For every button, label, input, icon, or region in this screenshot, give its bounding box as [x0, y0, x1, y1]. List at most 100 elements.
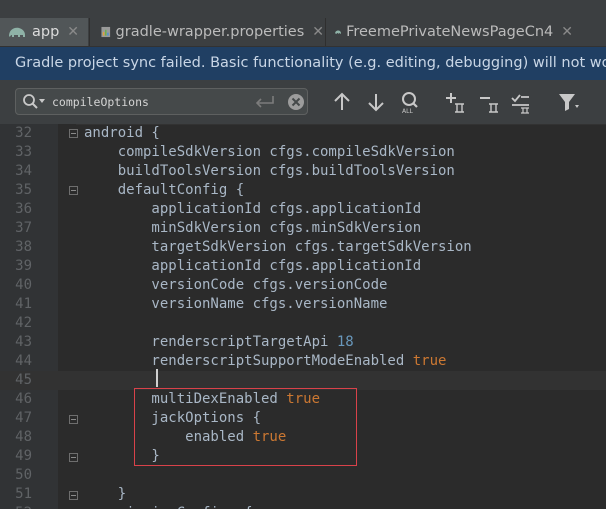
line-number: 40 [15, 277, 32, 293]
highlight-annotation-box [134, 388, 357, 466]
fold-expand-end-icon[interactable] [69, 453, 78, 462]
line-number: 38 [15, 239, 32, 255]
close-icon[interactable]: ✕ [67, 24, 79, 40]
code-line[interactable]: 32 android { [0, 124, 606, 143]
search-box[interactable] [15, 88, 308, 115]
code-token: renderscriptSupportModeEnabled [84, 353, 413, 369]
code-line[interactable]: 44 renderscriptSupportModeEnabled true [0, 352, 606, 371]
fold-collapse-icon[interactable] [69, 129, 78, 138]
code-text: renderscriptTargetApi 18 [84, 333, 354, 352]
line-number: 51 [15, 486, 32, 502]
code-text: applicationId cfgs.applicationId [84, 257, 421, 276]
line-number: 44 [15, 353, 32, 369]
search-input[interactable] [52, 92, 252, 111]
tab-label: gradle-wrapper.properties [115, 24, 305, 40]
add-occurrence-icon[interactable] [443, 90, 467, 114]
code-line[interactable]: 36 applicationId cfgs.applicationId [0, 200, 606, 219]
line-number: 39 [15, 258, 32, 274]
up-arrow-icon[interactable] [330, 90, 354, 114]
editor-tab-bar: app ✕ gradle-wrapper.properties ✕ Freeme… [0, 0, 606, 47]
code-editor[interactable]: 32 android { 33 compileSdkVersion cfgs.com… [0, 124, 606, 509]
filter-icon[interactable] [556, 90, 580, 114]
code-token: targetSdkVersion cfgs.targetSdkVersion [84, 239, 472, 255]
svg-text:ALL: ALL [402, 108, 413, 114]
line-number: 45 [15, 372, 32, 388]
code-token: compileSdkVersion cfgs.compileSdkVersion [84, 144, 455, 160]
sync-failed-banner: Gradle project sync failed. Basic functi… [0, 47, 606, 80]
line-number: 33 [15, 144, 32, 160]
line-number: 35 [15, 182, 32, 198]
tab-label: app [32, 24, 60, 40]
close-icon[interactable]: ✕ [312, 24, 324, 40]
line-number: 34 [15, 163, 32, 179]
code-line[interactable]: 37 minSdkVersion cfgs.minSdkVersion [0, 219, 606, 238]
line-number: 52 [0, 504, 32, 509]
code-line[interactable]: 50 [0, 466, 606, 485]
select-all-occurrences-icon[interactable] [509, 90, 533, 114]
code-token: defaultConfig { [84, 182, 245, 198]
line-number: 48 [15, 429, 32, 445]
line-number: 50 [15, 467, 32, 483]
code-line[interactable]: 33 compileSdkVersion cfgs.compileSdkVers… [0, 143, 606, 162]
properties-file-icon [101, 26, 111, 38]
close-icon[interactable]: ✕ [561, 24, 573, 40]
line-number: 43 [15, 334, 32, 350]
remove-occurrence-icon[interactable] [477, 90, 501, 114]
code-text: minSdkVersion cfgs.minSdkVersion [84, 219, 421, 238]
gradle-elephant-icon [335, 30, 341, 34]
tab-gradle-wrapper-properties[interactable]: gradle-wrapper.properties ✕ [92, 18, 324, 46]
code-line[interactable]: 34 buildToolsVersion cfgs.buildToolsVers… [0, 162, 606, 181]
code-text: signingConfigs { [84, 504, 253, 509]
code-token: signingConfigs { [84, 505, 253, 509]
code-token: minSdkVersion cfgs.minSdkVersion [84, 220, 422, 236]
clear-search-icon[interactable] [287, 93, 305, 111]
code-text: buildToolsVersion cfgs.buildToolsVersion [84, 162, 455, 181]
line-number: 41 [15, 296, 32, 312]
search-history-icon[interactable] [22, 93, 48, 111]
code-text: versionCode cfgs.versionCode [84, 276, 387, 295]
new-line-icon[interactable] [254, 94, 276, 110]
code-text: defaultConfig { [84, 181, 244, 200]
find-all-icon[interactable]: ALL [398, 90, 422, 114]
code-token: versionCode cfgs.versionCode [84, 277, 388, 293]
code-line[interactable]: 43 renderscriptTargetApi 18 [0, 333, 606, 352]
code-line[interactable]: 38 targetSdkVersion cfgs.targetSdkVersio… [0, 238, 606, 257]
find-toolbar: ALL [0, 80, 606, 125]
code-token: android { [84, 125, 160, 141]
code-line[interactable]: 52 signingConfigs { [0, 504, 606, 509]
tab-label: FreemePrivateNewsPageCn4 [346, 24, 554, 40]
code-text: versionName cfgs.versionName [84, 295, 387, 314]
line-number: 49 [15, 448, 32, 464]
line-number: 47 [15, 410, 32, 426]
code-line[interactable]: 42 [0, 314, 606, 333]
code-line[interactable]: 39 applicationId cfgs.applicationId [0, 257, 606, 276]
text-caret [156, 369, 158, 387]
tab-app[interactable]: app ✕ [0, 18, 88, 46]
code-line[interactable]: 41 versionName cfgs.versionName [0, 295, 606, 314]
fold-collapse-icon[interactable] [69, 415, 78, 424]
code-token: renderscriptTargetApi [84, 334, 337, 350]
fold-expand-end-icon[interactable] [69, 491, 78, 500]
code-text: applicationId cfgs.applicationId [84, 200, 421, 219]
gradle-elephant-icon [9, 27, 25, 37]
code-text: } [84, 485, 126, 504]
code-text: compileSdkVersion cfgs.compileSdkVersion [84, 143, 455, 162]
code-token: applicationId cfgs.applicationId [84, 258, 422, 274]
keyword-token: true [412, 353, 447, 369]
down-arrow-icon[interactable] [364, 90, 388, 114]
code-line[interactable]: 40 versionCode cfgs.versionCode [0, 276, 606, 295]
code-text: renderscriptSupportModeEnabled true [84, 352, 446, 371]
fold-collapse-icon[interactable] [69, 186, 78, 195]
code-line[interactable]: 51 } [0, 485, 606, 504]
code-token: } [84, 486, 127, 502]
code-token: versionName cfgs.versionName [84, 296, 388, 312]
line-number: 32 [15, 125, 32, 141]
line-number: 37 [15, 220, 32, 236]
line-number: 42 [15, 315, 32, 331]
code-text: android { [84, 124, 160, 143]
code-line[interactable]: 35 defaultConfig { [0, 181, 606, 200]
tab-freeme-private-news-page-cn4[interactable]: FreemePrivateNewsPageCn4 ✕ [328, 18, 573, 46]
code-token: applicationId cfgs.applicationId [84, 201, 422, 217]
line-number: 36 [15, 201, 32, 217]
number-token: 18 [336, 334, 354, 350]
